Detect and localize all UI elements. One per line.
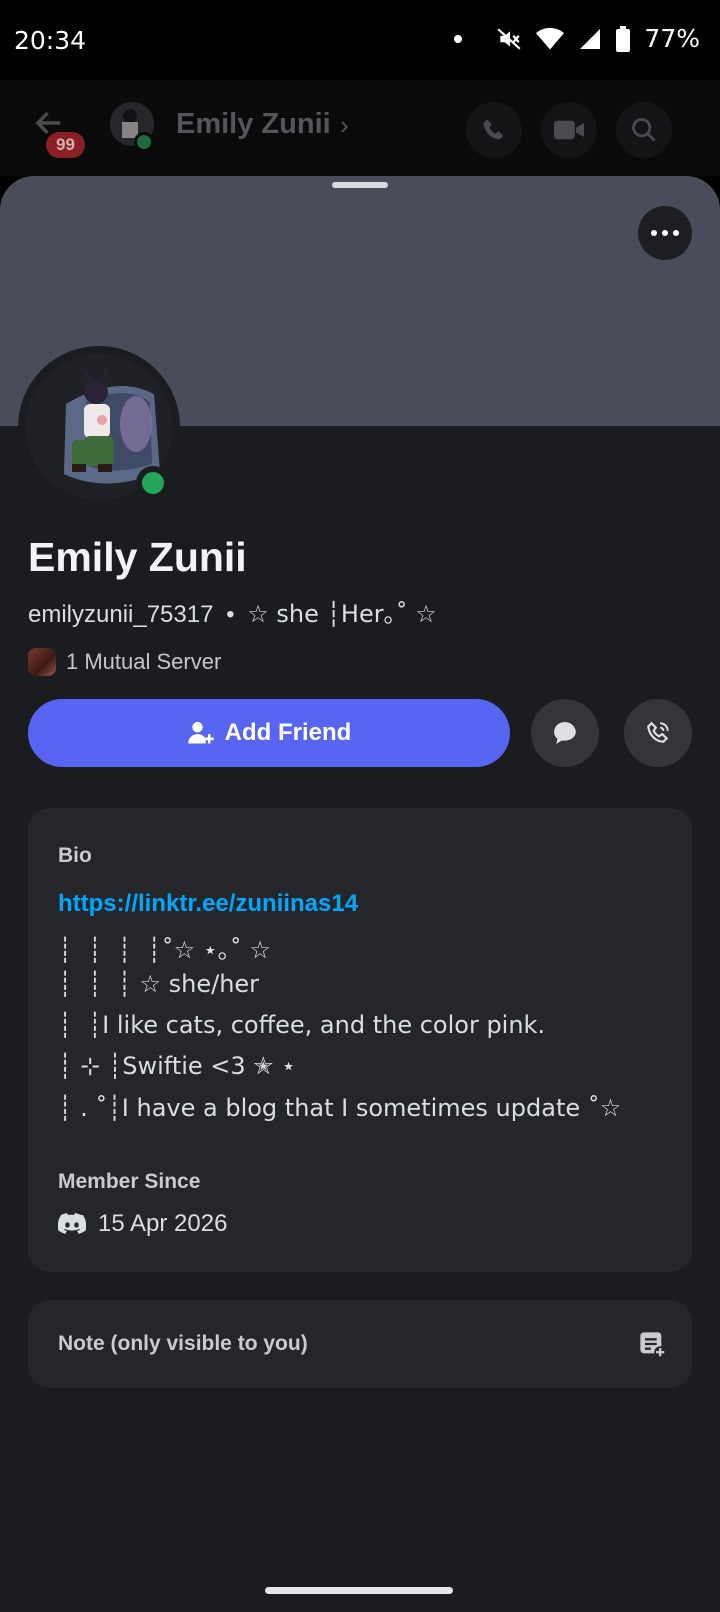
wifi-icon: [536, 27, 565, 49]
call-button[interactable]: [624, 699, 692, 767]
status-time: 20:34: [14, 26, 87, 55]
bio-line: ┊ . ˚┊I have a blog that I sometimes upd…: [58, 1094, 622, 1122]
sheet-drag-handle[interactable]: [332, 182, 388, 188]
add-note-icon[interactable]: [638, 1330, 666, 1358]
member-since-row: 15 Apr 2026: [58, 1210, 227, 1238]
display-name: Emily Zunii: [28, 534, 247, 580]
server-icon: [28, 648, 56, 676]
battery-icon: [616, 25, 631, 52]
profile-sheet: Emily Zunii emilyzunii_75317 • ☆ she ┆He…: [0, 176, 720, 1612]
bio-line: ┊ ┊I like cats, coffee, and the color pi…: [58, 1011, 546, 1039]
discord-logo-icon: [58, 1213, 86, 1234]
more-options-button[interactable]: [638, 206, 692, 260]
mute-icon: [497, 27, 521, 50]
signal-icon: [580, 28, 601, 49]
chevron-right-icon: ›: [340, 110, 349, 140]
header-name[interactable]: Emily Zunii: [176, 108, 331, 141]
search-icon: [632, 118, 656, 142]
add-friend-label: Add Friend: [224, 719, 352, 746]
add-friend-button[interactable]: Add Friend: [28, 699, 510, 767]
status-bar: 20:34 77%: [0, 0, 720, 80]
username-line: emilyzunii_75317 • ☆ she ┆Her｡˚ ☆: [28, 594, 437, 629]
note-card[interactable]: Note (only visible to you): [28, 1300, 692, 1388]
note-label: Note (only visible to you): [58, 1332, 308, 1355]
bio-line: ┊ ┊ ┊ ☆ she/her: [58, 970, 260, 998]
message-button[interactable]: [531, 699, 599, 767]
chat-header: 99 Emily Zunii ›: [0, 80, 720, 176]
bio-card: Bio https://linktr.ee/zuniinas14 ┊ ┊ ┊ ┊…: [28, 808, 692, 1272]
bio-link[interactable]: https://linktr.ee/zuniinas14: [58, 890, 358, 918]
member-since-date: 15 Apr 2026: [98, 1210, 228, 1237]
mutual-servers-row[interactable]: 1 Mutual Server: [28, 648, 221, 676]
notification-dot-icon: [454, 34, 463, 43]
mutual-servers-label: 1 Mutual Server: [66, 649, 222, 674]
status-icons: 77%: [454, 24, 700, 53]
voice-call-button[interactable]: [466, 102, 522, 158]
phone-icon: [647, 721, 669, 743]
pronouns: ☆ she ┆Her｡˚ ☆: [247, 600, 437, 628]
chat-bubble-icon: [554, 722, 576, 744]
username[interactable]: emilyzunii_75317: [28, 601, 213, 628]
bio-line: ┊ ┊ ┊ ┊˚☆ ⋆｡˚ ☆: [58, 936, 271, 964]
video-call-button[interactable]: [541, 102, 597, 158]
search-button[interactable]: [616, 102, 672, 158]
member-since-title: Member Since: [58, 1170, 201, 1193]
video-icon: [554, 120, 584, 140]
header-status-dot: [134, 132, 154, 152]
home-indicator[interactable]: [265, 1587, 453, 1594]
online-status-dot: [136, 466, 170, 500]
more-dot-icon: [651, 230, 657, 236]
bio-line: ┊ ⊹ ┊Swiftie <3 ✭ ⋆: [58, 1052, 297, 1080]
separator-dot: •: [226, 601, 235, 628]
phone-icon: [483, 119, 504, 140]
unread-badge: 99: [46, 132, 85, 158]
more-dot-icon: [673, 230, 679, 236]
bio-title: Bio: [58, 844, 92, 867]
add-user-icon: [187, 721, 214, 744]
battery-percent: 77%: [644, 24, 700, 53]
more-dot-icon: [662, 230, 668, 236]
